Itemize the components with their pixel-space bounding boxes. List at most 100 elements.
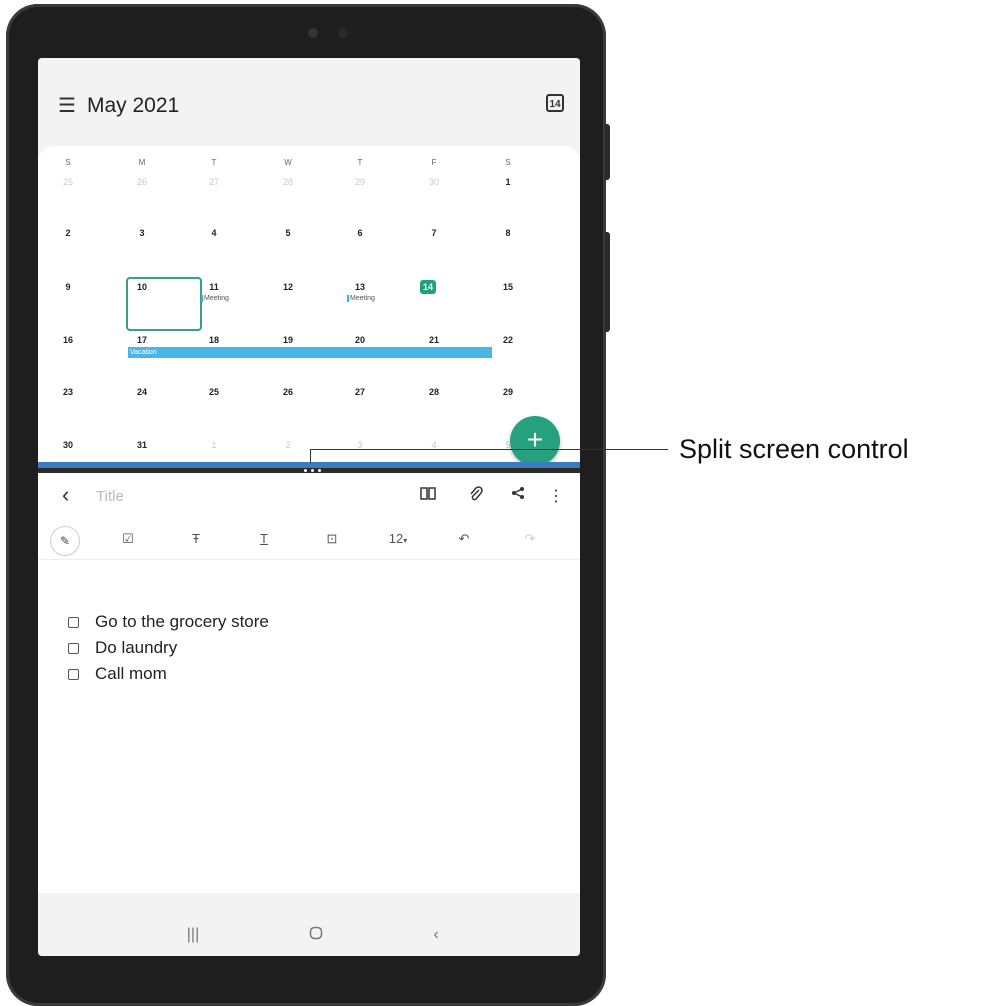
day-cell[interactable]: 30 <box>423 177 445 187</box>
share-icon[interactable] <box>508 486 528 505</box>
formatting-toolbar: ✎ ☑ Ŧ T ⊡ 12▾ ↶ ↷ <box>38 521 580 560</box>
day-cell[interactable]: 30 <box>57 440 79 450</box>
undo-icon[interactable]: ↶ <box>452 531 476 547</box>
day-cell[interactable]: 3 <box>131 228 153 238</box>
day-cell[interactable]: 15 <box>497 282 519 292</box>
day-cell[interactable]: 5 <box>277 228 299 238</box>
notes-header: ‹ ⋮ <box>38 473 580 517</box>
today-marker[interactable]: 14 <box>420 280 436 294</box>
paragraph-style-icon[interactable]: Ŧ <box>184 531 208 546</box>
day-cell[interactable]: 11 <box>203 282 225 292</box>
event-meeting[interactable]: Meeting <box>201 295 229 302</box>
weekday-label: F <box>431 158 437 167</box>
navigation-bar: ||| ‹ <box>38 920 580 956</box>
day-cell[interactable]: 20 <box>349 335 371 345</box>
back-nav-icon[interactable]: ‹ <box>424 926 448 944</box>
add-event-button[interactable]: + <box>510 416 560 466</box>
today-icon[interactable]: 14 <box>546 94 564 112</box>
tablet-device: ☰ May 2021 14 S M T W T F S 25 26 27 28 … <box>6 4 610 1006</box>
day-cell[interactable]: 6 <box>349 228 371 238</box>
day-cell[interactable]: 10 <box>131 282 153 292</box>
day-cell[interactable]: 1 <box>497 177 519 187</box>
day-cell[interactable]: 21 <box>423 335 445 345</box>
day-cell[interactable]: 27 <box>203 177 225 187</box>
day-cell[interactable]: 2 <box>277 440 299 450</box>
day-cell[interactable]: 8 <box>497 228 519 238</box>
weekday-label: M <box>138 158 146 167</box>
checklist: Go to the grocery store Do laundry Call … <box>68 609 269 687</box>
font-size-select[interactable]: 12▾ <box>378 531 418 546</box>
list-item[interactable]: Call mom <box>68 661 269 687</box>
weekday-label: T <box>357 158 363 167</box>
volume-button <box>605 124 610 180</box>
day-cell[interactable]: 28 <box>277 177 299 187</box>
split-handle-dot <box>318 469 321 472</box>
day-cell[interactable]: 24 <box>131 387 153 397</box>
more-options-icon[interactable]: ⋮ <box>546 486 566 506</box>
day-cell[interactable]: 18 <box>203 335 225 345</box>
split-handle-dot <box>311 469 314 472</box>
day-cell[interactable]: 16 <box>57 335 79 345</box>
day-cell[interactable]: 12 <box>277 282 299 292</box>
checkbox[interactable] <box>68 616 79 628</box>
day-cell[interactable]: 13 <box>349 282 371 292</box>
weekday-label: T <box>211 158 217 167</box>
power-button <box>605 232 610 332</box>
redo-icon[interactable]: ↷ <box>518 531 542 547</box>
event-vacation[interactable]: Vacation <box>128 347 492 358</box>
callout-label: Split screen control <box>679 434 909 464</box>
day-cell[interactable]: 2 <box>57 228 79 238</box>
callout-pointer <box>310 449 311 463</box>
back-arrow-icon[interactable]: ‹ <box>62 482 69 508</box>
note-title-input[interactable] <box>94 487 298 506</box>
split-handle-dot <box>304 469 307 472</box>
day-cell[interactable]: 26 <box>131 177 153 187</box>
pen-mode-icon[interactable]: ✎ <box>50 526 80 556</box>
day-cell[interactable]: 26 <box>277 387 299 397</box>
text-style-icon[interactable]: T <box>252 531 276 546</box>
day-cell[interactable]: 28 <box>423 387 445 397</box>
checkbox-icon[interactable]: ☑ <box>116 531 140 547</box>
list-item[interactable]: Do laundry <box>68 635 269 661</box>
recent-apps-icon[interactable]: ||| <box>181 926 205 944</box>
day-cell[interactable]: 23 <box>57 387 79 397</box>
calendar-header: ☰ May 2021 14 <box>38 58 580 148</box>
sensor <box>338 28 348 38</box>
screen: ☰ May 2021 14 S M T W T F S 25 26 27 28 … <box>38 58 580 956</box>
menu-icon[interactable]: ☰ <box>58 96 76 116</box>
font-size-value: 12 <box>388 531 404 546</box>
weekday-label: W <box>284 158 292 167</box>
notes-app: ‹ ⋮ ✎ ☑ Ŧ T ⊡ 12▾ ↶ <box>38 473 580 893</box>
month-title: May 2021 <box>87 94 180 117</box>
day-cell[interactable]: 25 <box>203 387 225 397</box>
front-camera <box>308 28 318 38</box>
day-cell[interactable]: 7 <box>423 228 445 238</box>
checkbox[interactable] <box>68 642 79 654</box>
calendar-grid: S M T W T F S 25 26 27 28 29 30 1 2 3 4 … <box>38 146 580 466</box>
callout-line <box>310 449 668 450</box>
day-cell[interactable]: 27 <box>349 387 371 397</box>
checkbox[interactable] <box>68 668 79 680</box>
day-cell[interactable]: 29 <box>497 387 519 397</box>
list-item-label: Go to the grocery store <box>95 612 269 631</box>
attach-icon[interactable] <box>466 486 486 507</box>
text-box-icon[interactable]: ⊡ <box>320 531 344 547</box>
day-cell[interactable]: 19 <box>277 335 299 345</box>
dropdown-arrow-icon: ▾ <box>403 536 408 545</box>
home-icon[interactable] <box>304 926 328 945</box>
day-cell[interactable]: 9 <box>57 282 79 292</box>
day-cell[interactable]: 22 <box>497 335 519 345</box>
weekday-label: S <box>505 158 511 167</box>
day-cell[interactable]: 1 <box>203 440 225 450</box>
day-cell[interactable]: 29 <box>349 177 371 187</box>
list-item[interactable]: Go to the grocery store <box>68 609 269 635</box>
weekday-label: S <box>65 158 71 167</box>
book-view-icon[interactable] <box>418 486 438 505</box>
day-cell[interactable]: 4 <box>203 228 225 238</box>
list-item-label: Do laundry <box>95 638 178 657</box>
event-meeting[interactable]: Meeting <box>347 295 375 302</box>
list-item-label: Call mom <box>95 664 167 683</box>
day-cell[interactable]: 31 <box>131 440 153 450</box>
day-cell[interactable]: 25 <box>57 177 79 187</box>
day-cell[interactable]: 17 <box>131 335 153 345</box>
